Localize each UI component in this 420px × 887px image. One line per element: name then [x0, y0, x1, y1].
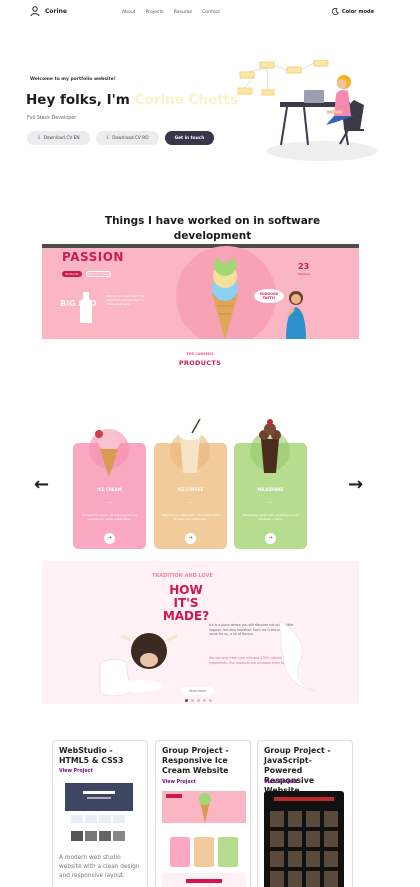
- speech-bubble: SOOOOOO TASTY!: [254, 289, 284, 303]
- slide-headline: PASSION: [62, 250, 124, 264]
- hero-buttons: ⇩ Download CV EN ⇩ Download CV RO Get in t…: [27, 131, 215, 145]
- hero-section: Welcome to my portfolio website! Hey fol…: [0, 60, 420, 170]
- slider-dots: [185, 699, 212, 702]
- download-cv-en-button[interactable]: ⇩ Download CV EN: [27, 131, 90, 145]
- carousel-prev-arrow[interactable]: ←: [34, 474, 49, 495]
- product-arrow-button[interactable]: →: [185, 533, 196, 544]
- slide-secondary-button[interactable]: How it's made: [86, 271, 111, 277]
- carousel-next-arrow[interactable]: →: [348, 474, 363, 495]
- download-cv-en-label: Download CV EN: [43, 135, 80, 141]
- color-mode-label: Color mode: [341, 8, 374, 15]
- project-title: Group Project - JavaScript-Powered Respo…: [264, 746, 331, 795]
- how-its-made-section: TRADITION AND LOVE HOW IT'S MADE? Ice is…: [42, 561, 359, 704]
- user-icon: [30, 6, 40, 16]
- flavour-label: Flavours: [298, 272, 310, 276]
- product-divider: —: [188, 500, 193, 505]
- developer-illustration: [237, 60, 377, 161]
- download-cv-ro-label: Download CV RO: [112, 135, 149, 141]
- milk-bottle-image: [80, 292, 92, 323]
- nav-link-projects[interactable]: Projects: [144, 10, 166, 15]
- milkshake-image: [250, 419, 290, 473]
- hero-name: Corine Chetts: [134, 92, 239, 108]
- slider-dot[interactable]: [191, 699, 194, 702]
- javascript-site-thumbnail: [264, 791, 344, 887]
- hero-greeting: Hey folks, I'm: [26, 92, 130, 108]
- webstudio-thumbnail: [65, 783, 133, 841]
- product-card-ice-coffee[interactable]: ICE COFFEE — Natural ice coffee with cho…: [154, 419, 227, 549]
- flavour-count: 23: [298, 262, 310, 271]
- ice-coffee-image: [170, 419, 210, 473]
- slider-dot[interactable]: [203, 699, 206, 702]
- product-description: Natural ice coffee with chocolate taste …: [161, 513, 220, 521]
- slider-dot[interactable]: [209, 699, 212, 702]
- project-card-javascript[interactable]: Group Project - JavaScript-Powered Respo…: [257, 740, 353, 887]
- products-label: THE CARAMEL PRODUCTS: [170, 352, 230, 367]
- product-divider: —: [268, 500, 273, 505]
- product-title: ICE CREAM: [97, 487, 122, 492]
- product-description: Milkshake made with strawberry and whipp…: [242, 513, 299, 521]
- nav-links: About Projects Resume Contact: [120, 10, 222, 15]
- project-title: Group Project - Responsive Ice Cream Web…: [162, 746, 229, 775]
- woman-eating-ice-cream-image: [286, 291, 306, 339]
- slide-primary-button[interactable]: Products: [62, 271, 82, 277]
- products-title: PRODUCTS: [178, 359, 222, 367]
- brand[interactable]: Corine: [30, 6, 67, 16]
- product-arrow-button[interactable]: →: [104, 533, 115, 544]
- section-title: Things I have worked on in software deve…: [104, 215, 321, 242]
- product-title: ICE COFFEE: [177, 487, 204, 492]
- top-nav: Corine About Projects Resume Contact Col…: [0, 0, 420, 26]
- brand-name: Corine: [45, 7, 67, 15]
- color-mode-toggle[interactable]: Color mode: [331, 8, 374, 15]
- project-description: A modern web studio website with a clean…: [59, 855, 140, 879]
- hero-heading: Hey folks, I'm Corine Chetts: [26, 92, 238, 108]
- view-project-link[interactable]: View Project: [162, 780, 196, 785]
- project-title: WebStudio - HTML5 & CSS3: [59, 746, 124, 765]
- milk-splash-image: [279, 621, 316, 691]
- download-cv-ro-button[interactable]: ⇩ Download CV RO: [95, 131, 159, 145]
- welcome-text: Welcome to my portfolio website!: [30, 77, 116, 82]
- project-card-webstudio[interactable]: WebStudio - HTML5 & CSS3 View Project A …: [52, 740, 148, 887]
- hero-subtitle: Full Stack Developer: [27, 116, 77, 121]
- how-kicker: TRADITION AND LOVE: [152, 573, 213, 579]
- product-title: MILKSHAKE: [257, 487, 284, 492]
- download-icon: ⇩: [37, 135, 41, 141]
- slider-dot[interactable]: [197, 699, 200, 702]
- moon-icon: [331, 8, 339, 15]
- view-project-link[interactable]: View Project: [59, 769, 93, 774]
- product-divider: —: [107, 500, 112, 505]
- nav-link-contact[interactable]: Contact: [200, 10, 222, 15]
- read-more-button[interactable]: Read more: [181, 687, 214, 695]
- download-icon: ⇩: [105, 135, 110, 141]
- get-in-touch-button[interactable]: Get in touch: [164, 131, 215, 145]
- nav-link-about[interactable]: About: [120, 10, 138, 15]
- project-preview-slide[interactable]: PASSION Products How it's made BIG ECO S…: [42, 244, 359, 339]
- cow-and-milk-image: [99, 633, 178, 697]
- ice-cream-site-thumbnail: [162, 791, 246, 887]
- nav-link-resume[interactable]: Resume: [172, 10, 194, 15]
- ice-cream-image: [89, 429, 129, 477]
- product-card-milkshake[interactable]: MILKSHAKE — Milkshake made with strawber…: [234, 419, 307, 549]
- product-description: Simple ice cream, all ingredients are se…: [82, 513, 137, 521]
- slider-dot[interactable]: [185, 699, 188, 702]
- ice-cream-cone-image: [212, 248, 238, 339]
- products-kicker: THE CARAMEL: [186, 352, 214, 356]
- view-project-link[interactable]: View Project: [264, 780, 298, 785]
- slide-copy: Simple Ice cream. All of the Ingredients…: [106, 294, 145, 306]
- project-card-ice-cream[interactable]: Group Project - Responsive Ice Cream Web…: [155, 740, 251, 887]
- product-card-ice-cream[interactable]: ICE CREAM — Simple ice cream, all ingred…: [73, 429, 146, 549]
- product-arrow-button[interactable]: →: [265, 533, 276, 544]
